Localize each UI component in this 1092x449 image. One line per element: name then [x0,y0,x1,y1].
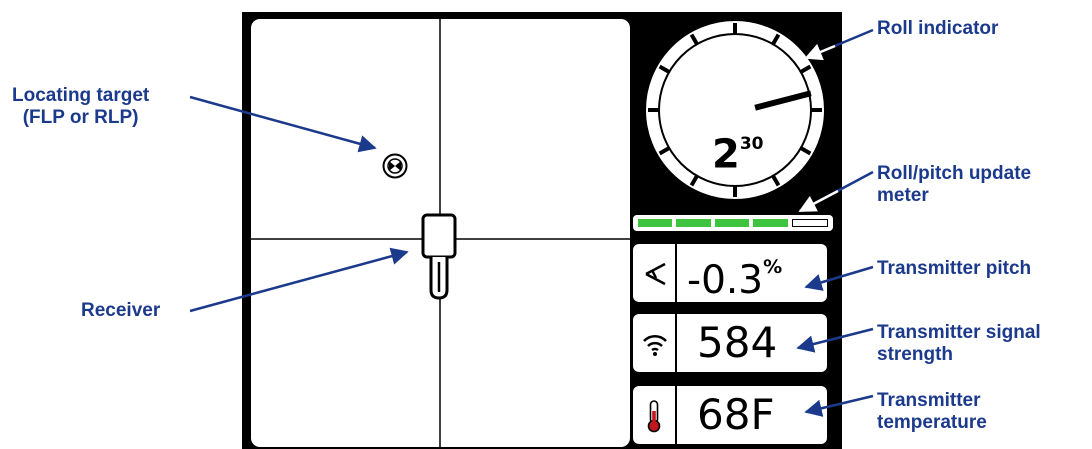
temperature-label: Transmitter temperature [877,390,987,434]
arrow-pitch [804,265,874,291]
diagram: 230 -0.3% 584 68F Roll indicator Locatin… [0,0,1092,449]
locating-target-label: Locating target (FLP or RLP) [12,85,149,129]
arrow-locating-target [189,95,377,153]
signal-strength-label-line1: Transmitter signal [877,322,1041,343]
callout-arrows [189,28,874,417]
arrow-receiver [189,247,409,313]
signal-strength-label-line2: strength [877,344,953,365]
temperature-label-line1: Transmitter [877,390,981,411]
arrow-temperature [804,394,874,417]
temperature-label-line2: temperature [877,412,987,433]
locating-target-label-line2: (FLP or RLP) [22,107,139,128]
roll-pitch-meter-label-line1: Roll/pitch update [877,163,1032,184]
receiver-label: Receiver [81,300,161,321]
locating-target-label-line1: Locating target [12,85,150,106]
roll-pitch-meter-label: Roll/pitch update meter [877,163,1031,207]
roll-indicator-label: Roll indicator [877,18,999,39]
arrow-signal [796,327,874,353]
transmitter-pitch-label: Transmitter pitch [877,258,1032,279]
roll-pitch-meter-label-line2: meter [877,185,929,206]
signal-strength-label: Transmitter signal strength [877,322,1041,366]
